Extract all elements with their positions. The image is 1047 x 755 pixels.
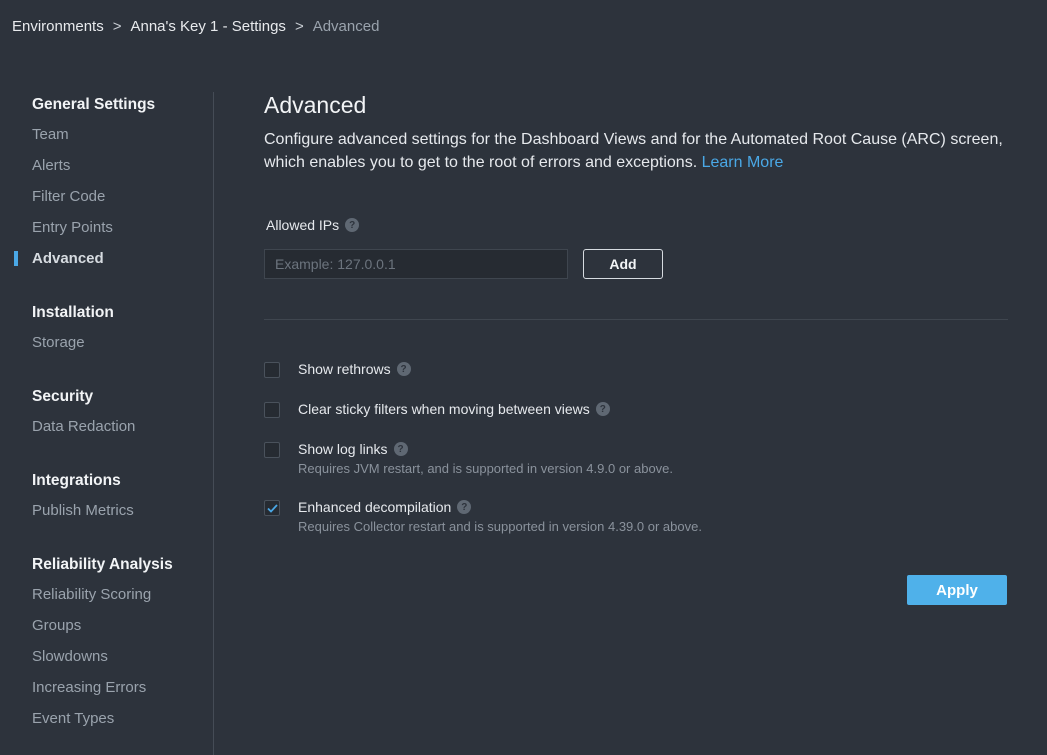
help-icon[interactable]: ? <box>396 362 411 376</box>
show-rethrows-checkbox[interactable] <box>264 362 280 378</box>
active-indicator <box>14 251 18 266</box>
checkmark-icon <box>266 503 278 513</box>
breadcrumb-key-settings[interactable]: Anna's Key 1 - Settings <box>130 18 285 35</box>
sidebar-item-event-types[interactable]: Event Types <box>32 710 114 727</box>
breadcrumb-separator: > <box>294 18 304 35</box>
show-log-links-label: Show log links ? <box>298 441 408 457</box>
breadcrumb-separator: > <box>112 18 122 35</box>
section-divider <box>264 319 1008 320</box>
learn-more-link[interactable]: Learn More <box>702 154 784 171</box>
clear-sticky-filters-checkbox[interactable] <box>264 402 280 418</box>
show-log-links-hint: Requires JVM restart, and is supported i… <box>298 461 674 476</box>
sidebar-item-alerts[interactable]: Alerts <box>32 157 70 174</box>
enhanced-decompilation-hint: Requires Collector restart and is suppor… <box>298 519 702 534</box>
breadcrumb: Environments > Anna's Key 1 - Settings >… <box>12 18 379 35</box>
help-icon[interactable]: ? <box>393 442 408 456</box>
help-icon[interactable]: ? <box>345 218 360 232</box>
nav-heading-integrations: Integrations <box>32 472 121 489</box>
enhanced-decompilation-checkbox[interactable] <box>264 500 280 516</box>
nav-heading-security: Security <box>32 388 94 405</box>
page-title: Advanced <box>264 92 367 118</box>
clear-sticky-filters-label: Clear sticky filters when moving between… <box>298 401 610 417</box>
allowed-ip-input[interactable] <box>264 249 568 279</box>
nav-heading-general-settings: General Settings <box>32 96 156 113</box>
sidebar-item-increasing-errors[interactable]: Increasing Errors <box>32 679 146 696</box>
show-log-links-label-text: Show log links <box>298 441 388 457</box>
help-icon[interactable]: ? <box>457 500 472 514</box>
nav-heading-reliability-analysis: Reliability Analysis <box>32 556 173 573</box>
show-rethrows-label: Show rethrows ? <box>298 361 411 377</box>
show-rethrows-label-text: Show rethrows <box>298 361 391 377</box>
allowed-ips-label: Allowed IPs ? <box>266 217 360 233</box>
nav-heading-installation: Installation <box>32 304 114 321</box>
enhanced-decompilation-label-text: Enhanced decompilation <box>298 499 452 515</box>
help-icon[interactable]: ? <box>595 402 610 416</box>
sidebar-item-entry-points[interactable]: Entry Points <box>32 219 113 236</box>
sidebar-item-groups[interactable]: Groups <box>32 617 81 634</box>
sidebar-item-filter-code[interactable]: Filter Code <box>32 188 105 205</box>
sidebar-item-advanced[interactable]: Advanced <box>32 250 104 267</box>
settings-sidebar: General Settings Team Alerts Filter Code… <box>0 92 214 755</box>
description-text: Configure advanced settings for the Dash… <box>264 131 1003 171</box>
show-log-links-checkbox[interactable] <box>264 442 280 458</box>
add-ip-button[interactable]: Add <box>583 249 663 279</box>
breadcrumb-environments[interactable]: Environments <box>12 18 104 35</box>
page-description: Configure advanced settings for the Dash… <box>264 128 1004 174</box>
enhanced-decompilation-label: Enhanced decompilation ? <box>298 499 472 515</box>
sidebar-item-team[interactable]: Team <box>32 126 69 143</box>
sidebar-item-reliability-scoring[interactable]: Reliability Scoring <box>32 586 151 603</box>
sidebar-item-publish-metrics[interactable]: Publish Metrics <box>32 502 134 519</box>
sidebar-item-slowdowns[interactable]: Slowdowns <box>32 648 108 665</box>
apply-button[interactable]: Apply <box>907 575 1007 605</box>
allowed-ips-label-text: Allowed IPs <box>266 217 340 233</box>
breadcrumb-current: Advanced <box>312 18 380 35</box>
clear-sticky-filters-label-text: Clear sticky filters when moving between… <box>298 401 590 417</box>
sidebar-item-storage[interactable]: Storage <box>32 334 85 351</box>
sidebar-item-data-redaction[interactable]: Data Redaction <box>32 418 135 435</box>
